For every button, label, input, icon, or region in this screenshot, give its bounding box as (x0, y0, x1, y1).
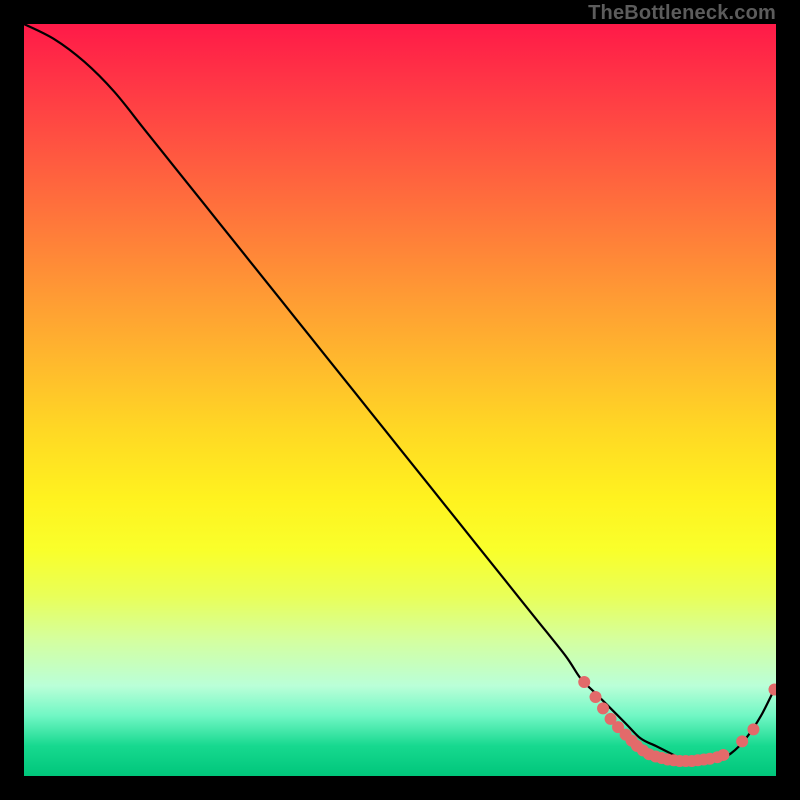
chart-svg (24, 24, 776, 776)
watermark-text: TheBottleneck.com (588, 2, 776, 25)
curve-marker (578, 676, 590, 688)
curve-marker (747, 723, 759, 735)
bottleneck-curve (24, 24, 776, 762)
curve-marker (590, 691, 602, 703)
curve-marker (717, 749, 729, 761)
plot-area (24, 24, 776, 776)
curve-marker (769, 684, 777, 696)
curve-marker (597, 702, 609, 714)
curve-markers (578, 676, 776, 767)
chart-stage: TheBottleneck.com (0, 0, 800, 800)
curve-marker (736, 735, 748, 747)
